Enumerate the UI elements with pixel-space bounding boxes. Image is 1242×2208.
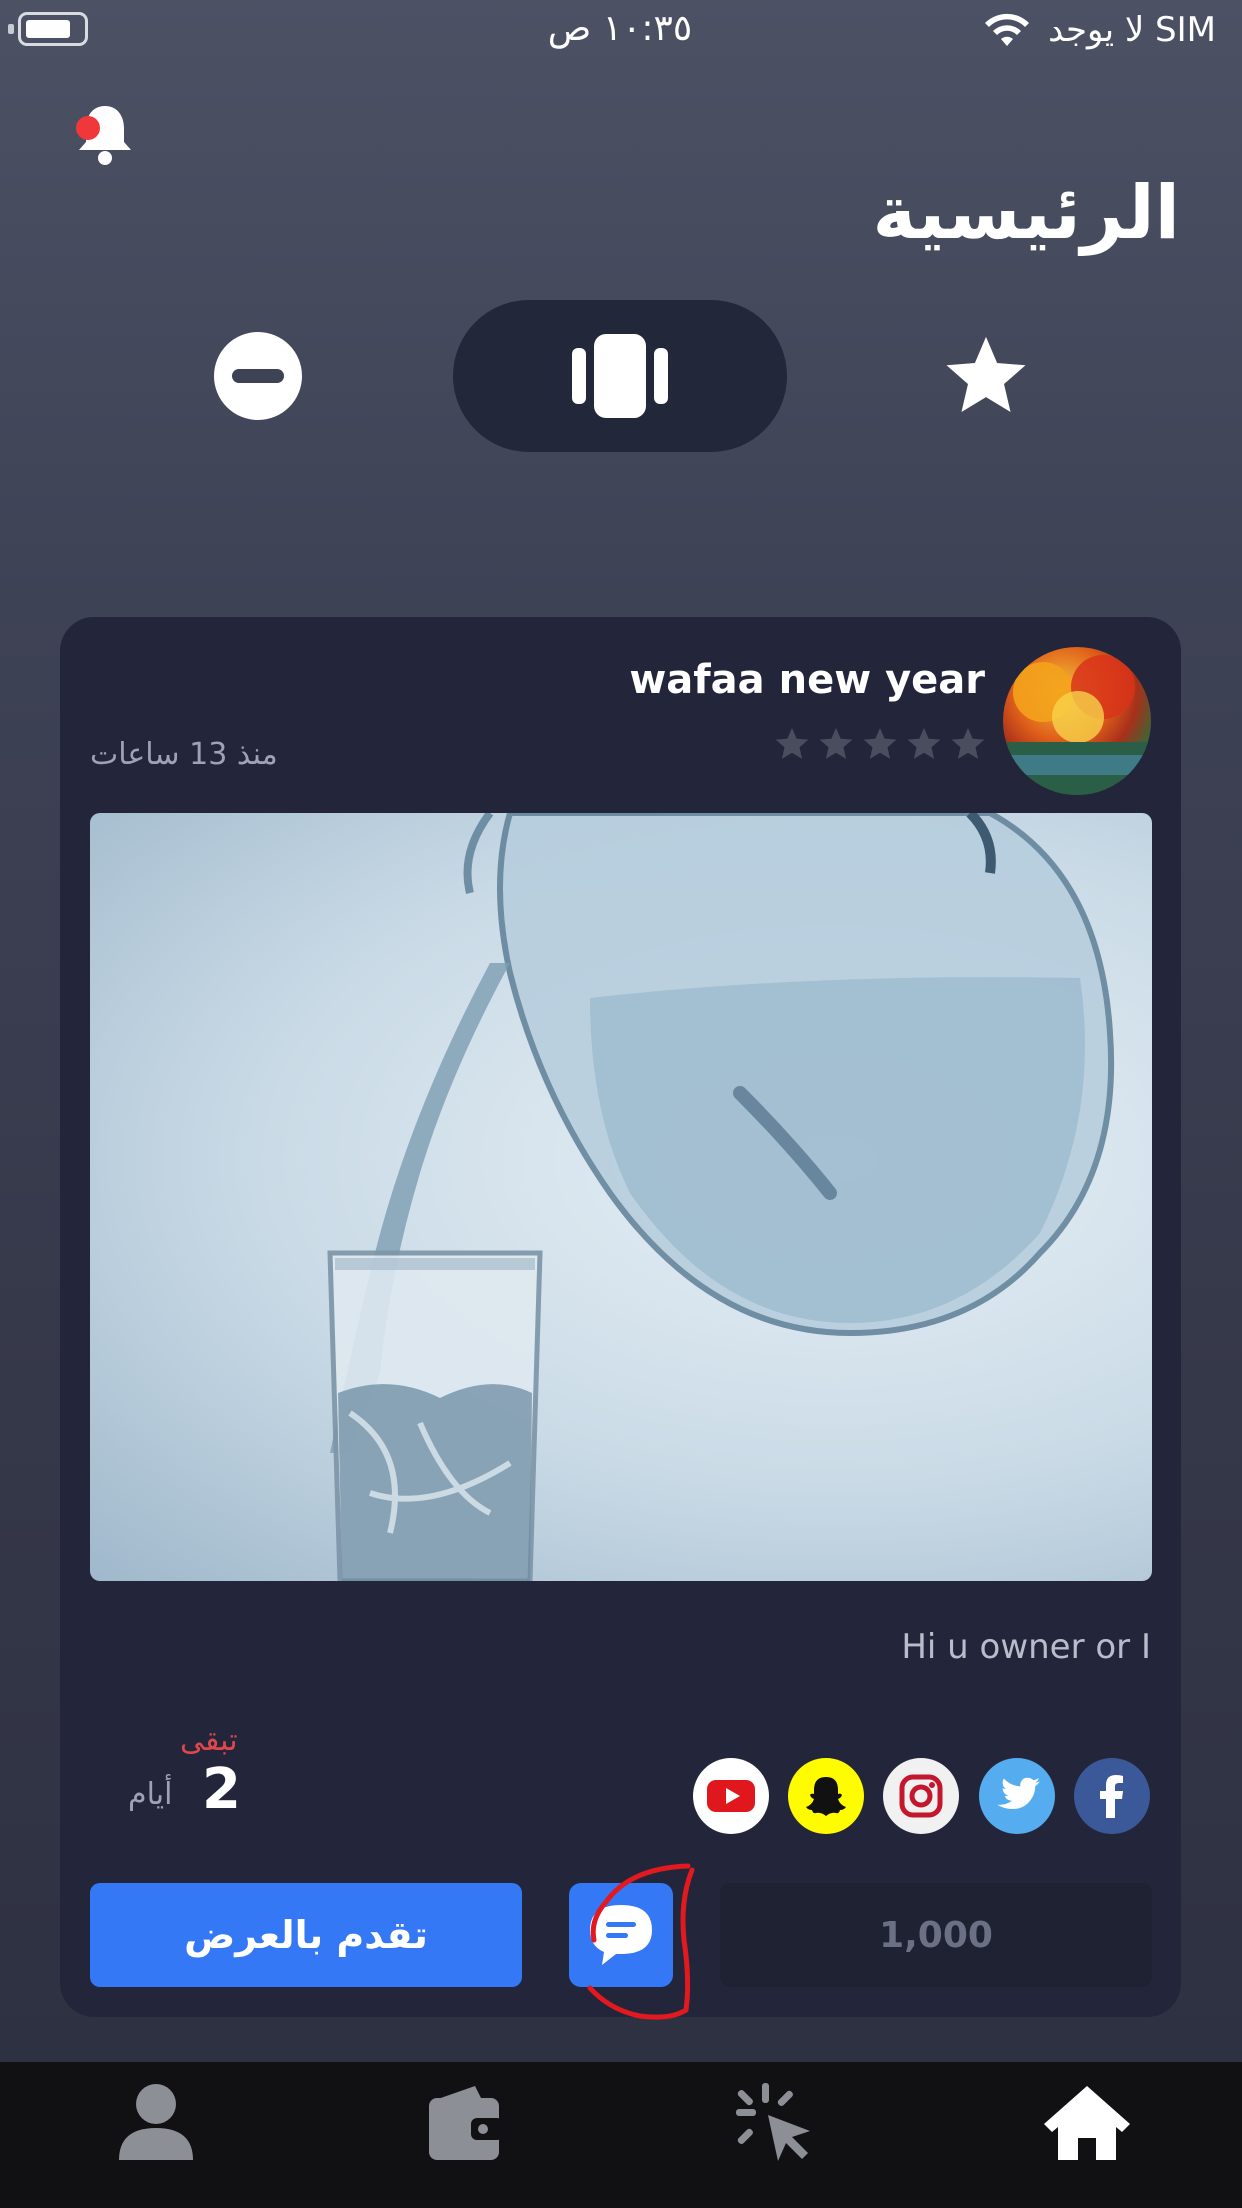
battery-icon xyxy=(18,12,88,46)
battery-tip xyxy=(8,24,14,34)
unread-dot xyxy=(76,116,100,140)
tab-auctions[interactable] xyxy=(700,2062,850,2182)
star-icon xyxy=(946,336,1026,413)
facebook-icon xyxy=(1100,1775,1123,1818)
instagram-icon xyxy=(899,1774,943,1818)
avatar[interactable] xyxy=(1003,647,1151,795)
cards-icon xyxy=(572,334,668,418)
avatar-image xyxy=(1003,655,1151,795)
posted-time: منذ 13 ساعات xyxy=(90,737,278,772)
notifications-button[interactable] xyxy=(70,100,140,170)
snapchat-button[interactable] xyxy=(788,1758,864,1834)
filter-blocked[interactable] xyxy=(193,300,323,452)
page-title: الرئيسية xyxy=(872,170,1180,256)
cursor-click-icon xyxy=(736,2083,810,2161)
remaining-unit: أيام xyxy=(128,1777,173,1812)
post-card[interactable]: wafaa new year منذ 13 ساعات Hi u owner o… xyxy=(60,617,1181,2017)
tab-bar xyxy=(0,2062,1242,2208)
tab-wallet[interactable] xyxy=(390,2062,540,2182)
red-circle-annotation xyxy=(587,1863,695,2020)
bid-amount-field[interactable]: 1,000 xyxy=(720,1883,1152,1987)
twitter-button[interactable] xyxy=(979,1758,1055,1834)
post-image[interactable] xyxy=(90,813,1152,1581)
star-outline-icon xyxy=(863,727,897,759)
twitter-icon xyxy=(997,1777,1040,1810)
instagram-button[interactable] xyxy=(883,1758,959,1834)
post-username[interactable]: wafaa new year xyxy=(629,657,985,703)
water-pitcher-image xyxy=(327,813,1115,1581)
star-outline-icon xyxy=(775,727,809,759)
remaining-label: تبقى xyxy=(180,1723,238,1758)
filter-cards[interactable] xyxy=(453,300,787,452)
wallet-icon xyxy=(429,2086,503,2160)
place-bid-button[interactable]: تقدم بالعرض xyxy=(90,1883,522,1987)
bell-icon xyxy=(76,106,131,165)
remaining-days: 2 xyxy=(202,1757,241,1822)
status-bar: ١٠:٣٥ ص لا يوجد SIM xyxy=(0,0,1242,60)
star-outline-icon xyxy=(907,727,941,759)
youtube-icon xyxy=(707,1780,755,1812)
status-time: ١٠:٣٥ ص xyxy=(547,8,693,49)
facebook-button[interactable] xyxy=(1074,1758,1150,1834)
minus-circle-icon xyxy=(214,332,302,420)
snapchat-icon xyxy=(806,1777,846,1816)
tab-home[interactable] xyxy=(1012,2062,1162,2182)
person-icon xyxy=(119,2084,193,2160)
filter-favorites[interactable] xyxy=(921,300,1051,452)
home-icon xyxy=(1044,2086,1130,2160)
carrier-label: لا يوجد SIM xyxy=(1048,10,1216,50)
tab-profile[interactable] xyxy=(81,2062,231,2182)
rating-stars xyxy=(773,725,987,763)
post-description: Hi u owner or I xyxy=(901,1627,1151,1667)
star-outline-icon xyxy=(951,727,985,759)
star-outline-icon xyxy=(819,727,853,759)
wifi-icon xyxy=(985,13,1029,46)
youtube-button[interactable] xyxy=(693,1758,769,1834)
